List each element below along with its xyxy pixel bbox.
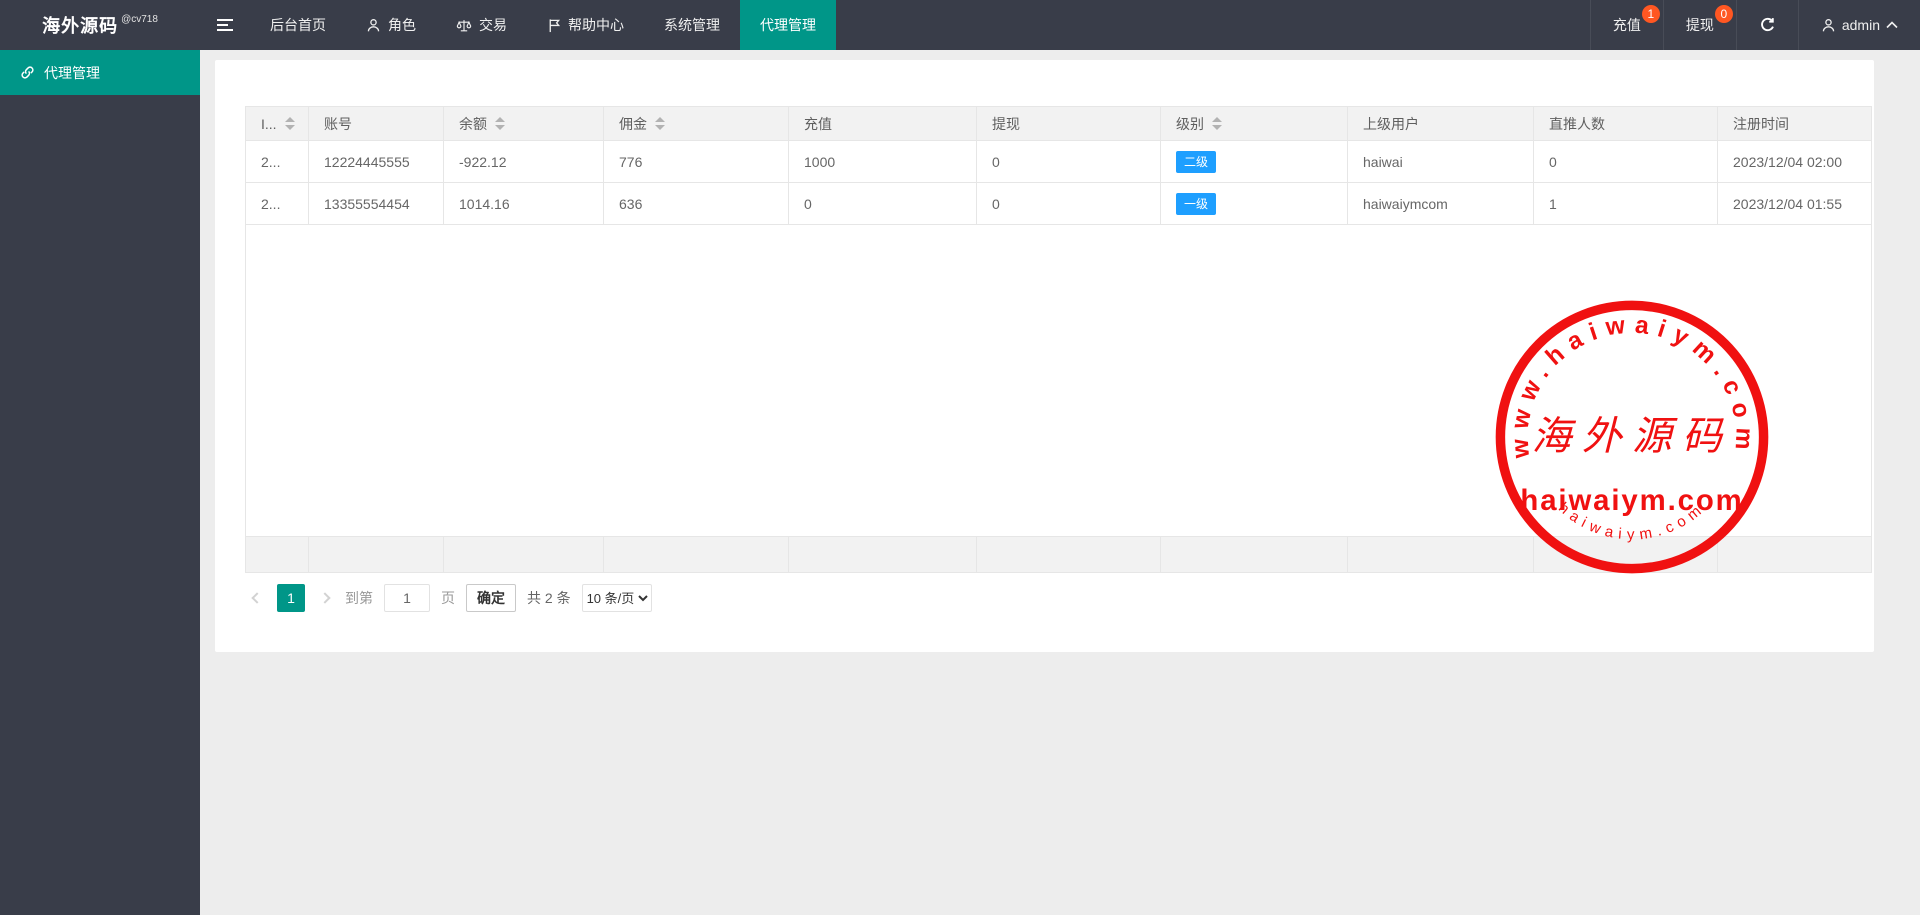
withdraw-badge: 0 <box>1715 5 1733 23</box>
total-count-label: 共 2 条 <box>527 588 571 608</box>
page-unit-label: 页 <box>441 588 455 608</box>
menu-item-roles[interactable]: 角色 <box>346 0 436 50</box>
table-row: 2... 12224445555 -922.12 776 1000 0 二级 h… <box>246 141 1871 183</box>
pagination-bar: 1 到第 页 确定 共 2 条 10 条/页 <box>248 583 652 613</box>
cell-balance: -922.12 <box>444 141 604 182</box>
cell-account: 12224445555 <box>309 141 444 182</box>
menu-item-transactions[interactable]: 交易 <box>436 0 527 50</box>
flag-icon <box>547 18 561 33</box>
column-header-id[interactable]: I... <box>246 107 309 140</box>
refresh-icon <box>1759 17 1776 34</box>
level-badge: 二级 <box>1176 151 1216 173</box>
cell-withdraw: 0 <box>977 141 1161 182</box>
chevron-left-icon <box>251 592 262 603</box>
level-badge: 一级 <box>1176 193 1216 215</box>
cell-id: 2... <box>246 141 309 182</box>
cell-direct-referrals: 1 <box>1534 183 1718 224</box>
agent-table-card: I... 账号 余额 佣金 充值 提现 <box>215 60 1874 652</box>
main-menu: 后台首页 角色 交易 帮助中心 系统管理 代理管理 <box>250 0 836 50</box>
sort-icon[interactable] <box>285 117 295 130</box>
cell-register-time: 2023/12/04 02:00 <box>1718 141 1871 182</box>
table-footer-row <box>246 536 1871 572</box>
recharge-nav-item[interactable]: 充值 1 <box>1590 0 1663 50</box>
menu-item-help-center[interactable]: 帮助中心 <box>527 0 644 50</box>
table-header-row: I... 账号 余额 佣金 充值 提现 <box>246 107 1871 141</box>
table-row: 2... 13355554454 1014.16 636 0 0 一级 haiw… <box>246 183 1871 225</box>
confirm-page-button[interactable]: 确定 <box>466 584 516 612</box>
cell-withdraw: 0 <box>977 183 1161 224</box>
app-title: 海外源码 <box>42 12 118 38</box>
sort-icon[interactable] <box>495 117 505 130</box>
scales-icon <box>456 18 472 33</box>
sidebar: 代理管理 <box>0 50 200 915</box>
column-header-register-time: 注册时间 <box>1718 107 1871 140</box>
hamburger-icon <box>216 17 234 33</box>
cell-commission: 636 <box>604 183 789 224</box>
column-header-recharge: 充值 <box>789 107 977 140</box>
cell-direct-referrals: 0 <box>1534 141 1718 182</box>
column-header-direct-referrals: 直推人数 <box>1534 107 1718 140</box>
cell-parent-user: haiwai <box>1348 141 1534 182</box>
withdraw-nav-item[interactable]: 提现 0 <box>1663 0 1736 50</box>
menu-item-system-management[interactable]: 系统管理 <box>644 0 740 50</box>
admin-user-menu[interactable]: admin <box>1798 0 1920 50</box>
cell-level: 一级 <box>1161 183 1348 224</box>
sort-icon[interactable] <box>655 117 665 130</box>
cell-register-time: 2023/12/04 01:55 <box>1718 183 1871 224</box>
menu-item-dashboard[interactable]: 后台首页 <box>250 0 346 50</box>
top-navbar: 海外源码 @cv718 后台首页 角色 交易 <box>0 0 1920 50</box>
cell-level: 二级 <box>1161 141 1348 182</box>
prev-page-button[interactable] <box>248 584 266 612</box>
cell-id: 2... <box>246 183 309 224</box>
recharge-badge: 1 <box>1642 5 1660 23</box>
admin-username: admin <box>1842 17 1880 33</box>
column-header-commission[interactable]: 佣金 <box>604 107 789 140</box>
column-header-withdraw: 提现 <box>977 107 1161 140</box>
page-size-select[interactable]: 10 条/页 <box>582 584 652 612</box>
main-content: I... 账号 余额 佣金 充值 提现 <box>200 50 1920 915</box>
sidebar-item-agent-management[interactable]: 代理管理 <box>0 50 200 95</box>
goto-page-input[interactable] <box>384 584 430 612</box>
sort-icon[interactable] <box>1212 117 1222 130</box>
column-header-balance[interactable]: 余额 <box>444 107 604 140</box>
sidebar-toggle-button[interactable] <box>200 0 250 50</box>
link-icon <box>20 65 35 80</box>
next-page-button[interactable] <box>316 584 334 612</box>
cell-recharge: 0 <box>789 183 977 224</box>
cell-account: 13355554454 <box>309 183 444 224</box>
cell-recharge: 1000 <box>789 141 977 182</box>
chevron-right-icon <box>319 592 330 603</box>
cell-parent-user: haiwaiymcom <box>1348 183 1534 224</box>
menu-item-agent-management[interactable]: 代理管理 <box>740 0 836 50</box>
current-page-button[interactable]: 1 <box>277 584 305 612</box>
column-header-level[interactable]: 级别 <box>1161 107 1348 140</box>
navbar-right-group: 充值 1 提现 0 admin <box>1590 0 1920 50</box>
cell-balance: 1014.16 <box>444 183 604 224</box>
app-title-suffix: @cv718 <box>121 14 158 25</box>
table-empty-area <box>246 225 1871 536</box>
chevron-up-icon <box>1886 21 1898 29</box>
goto-page-label: 到第 <box>345 588 373 608</box>
admin-user-icon <box>1821 18 1836 33</box>
cell-commission: 776 <box>604 141 789 182</box>
app-logo[interactable]: 海外源码 @cv718 <box>0 0 200 50</box>
column-header-account: 账号 <box>309 107 444 140</box>
agent-table: I... 账号 余额 佣金 充值 提现 <box>245 106 1872 573</box>
user-icon <box>366 18 381 33</box>
column-header-parent-user: 上级用户 <box>1348 107 1534 140</box>
refresh-button[interactable] <box>1736 0 1798 50</box>
